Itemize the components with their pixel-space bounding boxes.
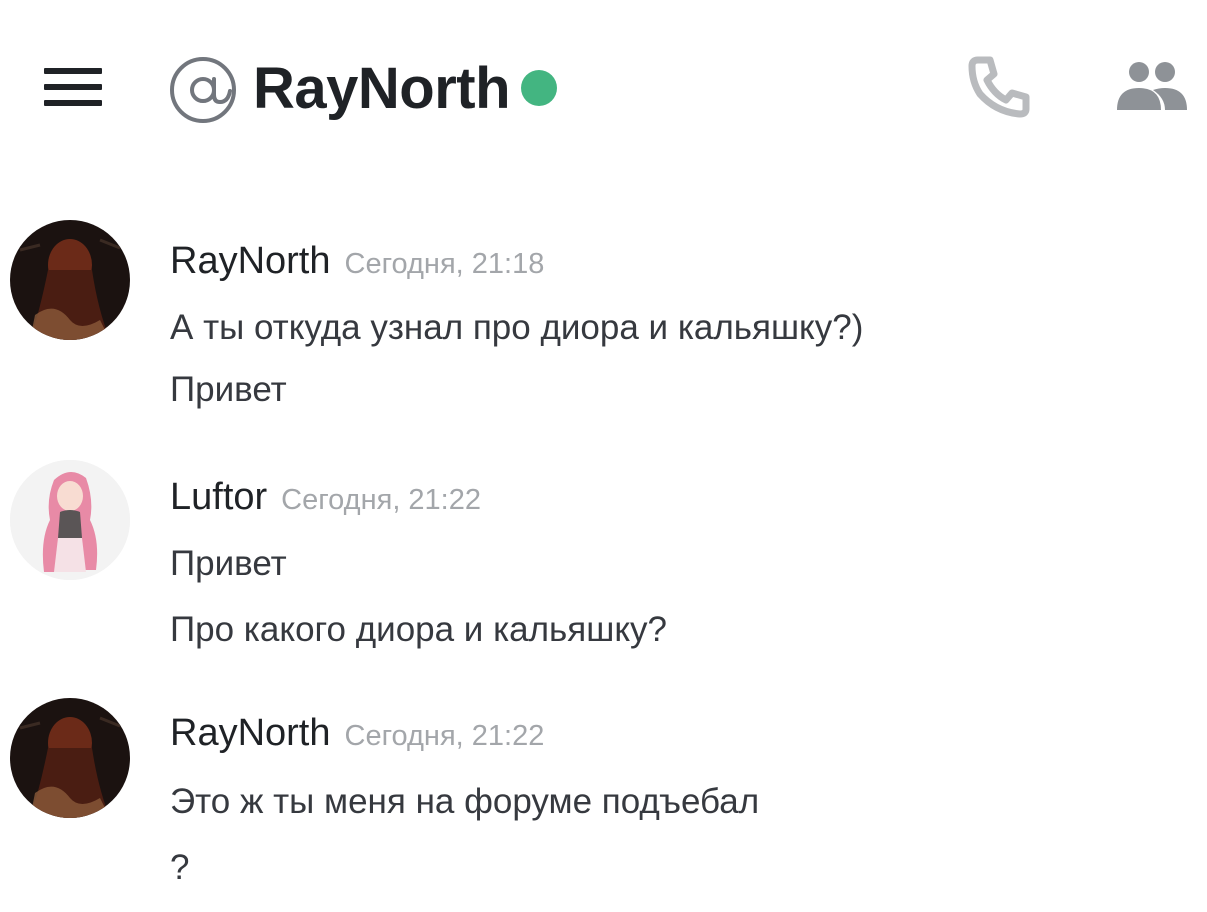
hamburger-menu-icon[interactable] — [44, 66, 102, 108]
author-name[interactable]: RayNorth — [170, 240, 331, 282]
at-sign-icon — [170, 57, 236, 123]
message-text: Это ж ты меня на форуме подъебал — [170, 782, 760, 821]
pink-anime-avatar — [10, 460, 130, 580]
phone-icon[interactable] — [968, 54, 1032, 118]
dark-portrait-avatar — [10, 220, 130, 340]
message-author[interactable]: Luftor Сегодня, 21:22 — [170, 474, 481, 523]
message-text: Про какого диора и кальяшку? — [170, 610, 667, 649]
message-author[interactable]: RayNorth Сегодня, 21:18 — [170, 238, 544, 287]
message-text: А ты откуда узнал про диора и кальяшку?) — [170, 308, 864, 347]
message-group: RayNorth Сегодня, 21:22 Это ж ты меня на … — [0, 696, 1207, 906]
message-text: ? — [170, 848, 190, 887]
message-group: RayNorth Сегодня, 21:18 А ты откуда узнал… — [0, 218, 1207, 418]
dark-portrait-avatar — [10, 698, 130, 818]
dm-header: RayNorth — [0, 0, 1207, 170]
dm-recipient-name: RayNorth — [253, 56, 511, 121]
avatar[interactable] — [10, 220, 130, 340]
avatar[interactable] — [10, 698, 130, 818]
message-timestamp: Сегодня, 21:18 — [344, 248, 545, 280]
avatar[interactable] — [10, 460, 130, 580]
message-text: Привет — [170, 544, 287, 583]
message-text: Привет — [170, 370, 287, 409]
message-author[interactable]: RayNorth Сегодня, 21:22 — [170, 710, 544, 759]
message-timestamp: Сегодня, 21:22 — [281, 484, 481, 516]
members-icon[interactable] — [1113, 60, 1189, 112]
author-name[interactable]: Luftor — [170, 476, 267, 518]
online-status-indicator — [521, 70, 557, 106]
message-timestamp: Сегодня, 21:22 — [344, 720, 545, 752]
author-name[interactable]: RayNorth — [170, 712, 331, 754]
message-group: Luftor Сегодня, 21:22 Привет Про какого д… — [0, 458, 1207, 668]
